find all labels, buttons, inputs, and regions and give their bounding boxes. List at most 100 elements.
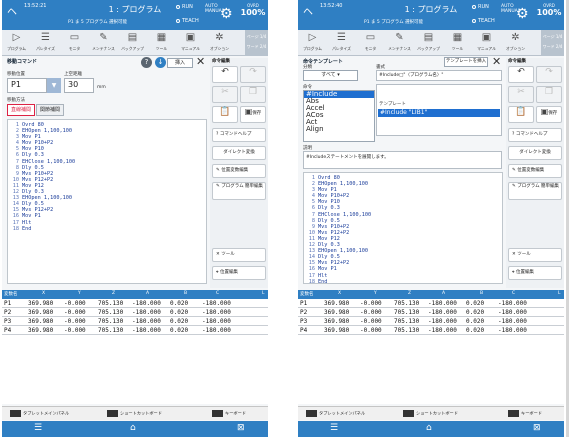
position-icon: ⌖ (216, 270, 219, 275)
toolbar-program[interactable]: ▷ プログラム (2, 30, 31, 56)
table-row[interactable]: P4 369.980 -0.000 705.130 -180.000 0.020 -180.… (298, 326, 564, 335)
position-edit-button[interactable]: ⌖ 位置編集 (212, 266, 266, 280)
insert-arrow-icon[interactable]: ↓ (155, 57, 166, 68)
tool-button[interactable]: ✕ ツール (508, 248, 562, 262)
command-help-button[interactable]: ? コマンドヘルプ (212, 128, 266, 142)
toolbar-tools[interactable]: ▦ ツール (443, 30, 472, 56)
grid-cell: -0.000 (64, 318, 86, 325)
tab-linear[interactable]: 直線補間 (7, 104, 35, 116)
table-row[interactable]: P2 369.980 -0.000 705.130 -180.000 0.020 -180.… (2, 308, 268, 317)
toolbar-manual[interactable]: ▣ マニュアル (176, 30, 205, 56)
save-button[interactable]: ▣保存 (240, 106, 266, 123)
program-icon: ▷ (308, 32, 317, 43)
toolbar-manual[interactable]: ▣ マニュアル (472, 30, 501, 56)
direct-convert-button[interactable]: ダイレクト変換 (212, 146, 266, 160)
table-row[interactable]: P1 369.980 -0.000 705.130 -180.000 0.020 -180.… (2, 299, 268, 308)
position-variable-edit-button[interactable]: ✎ 位置変数編集 (212, 164, 266, 178)
toolbar-option[interactable]: ✲ オプション (205, 30, 234, 56)
tablet-main-panel-button[interactable]: タブレットメインパネル (10, 410, 69, 417)
tab-joint[interactable]: 関節補間 (36, 104, 64, 116)
redo-button[interactable]: ↷ (536, 66, 562, 83)
toolbar-palletize[interactable]: ☰ パレタイズ (31, 30, 60, 56)
program-code-editor[interactable]: 1 Ovrd 80 2 EHOpen 1,100,100 3 Mov P1 4 Mov P10… (7, 119, 207, 284)
table-row[interactable]: P4 369.980 -0.000 705.130 -180.000 0.020 -180.… (2, 326, 268, 335)
menu-icon[interactable]: ☰ (330, 423, 338, 433)
command-list-item[interactable]: Align (304, 126, 374, 133)
table-row[interactable]: P2 369.980 -0.000 705.130 -180.000 0.020 -180.… (298, 308, 564, 317)
grid-header: 変数名 X Y Z A B C L (298, 290, 564, 299)
close-app-icon[interactable]: ⊠ (533, 423, 541, 433)
close-icon[interactable]: ✕ (492, 55, 501, 68)
keyboard-button[interactable]: キーボード (212, 410, 246, 417)
position-variable-grid: 変数名 X Y Z A B C L P1 369.980 -0.000 705.130 -180.000… (298, 290, 564, 404)
toolbar-maintenance[interactable]: ✎ メンテナンス (89, 30, 118, 56)
keyboard-button[interactable]: キーボード (508, 410, 542, 417)
menu-icon[interactable]: ☰ (34, 423, 42, 433)
insert-button[interactable]: 挿入 (167, 58, 193, 68)
program-code-editor[interactable]: 1 Ovrd 80 2 EHOpen 1,100,100 3 Mov P1 4 Mov P10… (303, 172, 503, 285)
template-item[interactable]: #Include "LIB1" (378, 109, 500, 117)
program-easy-edit-button[interactable]: ✎ プログラム 簡単編集 (508, 182, 562, 200)
help-icon[interactable]: ? (141, 57, 152, 68)
code-line[interactable]: 18 End (11, 226, 203, 232)
save-button[interactable]: ▣保存 (536, 106, 562, 123)
paste-button[interactable]: 📋 (212, 106, 238, 123)
distance-field[interactable]: 30 (64, 78, 94, 93)
shortcut-board-button[interactable]: ショートカットボード (107, 410, 162, 417)
code-text: Mov P10 (22, 146, 44, 153)
undo-button[interactable]: ↶ (212, 66, 238, 83)
table-row[interactable]: P1 369.980 -0.000 705.130 -180.000 0.020 -180.… (298, 299, 564, 308)
toolbar-monitor[interactable]: ▭ モニタ (60, 30, 89, 56)
redo-button[interactable]: ↷ (240, 66, 266, 83)
undo-button[interactable]: ↶ (508, 66, 534, 83)
mode-key-icon[interactable]: ⚙ (220, 6, 233, 22)
grid-cell: 369.980 (324, 309, 350, 316)
home-icon[interactable]: ⌂ (130, 423, 136, 433)
toolbar-backup[interactable]: ▤ バックアップ (118, 30, 147, 56)
insert-template-button[interactable]: テンプレートを挿入 (444, 57, 488, 67)
right-toolbar[interactable]: ページ 1/4 ワード 2/4 (245, 30, 268, 56)
toolbar-palletize[interactable]: ☰ パレタイズ (327, 30, 356, 56)
direct-convert-button[interactable]: ダイレクト変換 (508, 146, 562, 160)
grid-cell: -0.000 (64, 327, 86, 334)
override-readout[interactable]: OVRD 100% (240, 3, 266, 17)
code-text: Mov P10 (318, 199, 340, 206)
grid-cell: 705.130 (98, 327, 124, 334)
copy-button[interactable]: ❐ (536, 86, 562, 103)
toolbar-option[interactable]: ✲ オプション (501, 30, 530, 56)
close-icon[interactable]: ✕ (196, 55, 205, 68)
command-list[interactable]: #Include Abs Accel ACos Act Align (303, 90, 375, 142)
category-select[interactable]: すべて ▾ (303, 70, 358, 81)
toolbar-monitor[interactable]: ▭ モニタ (356, 30, 385, 56)
program-easy-edit-button[interactable]: ✎ プログラム 簡単編集 (212, 182, 266, 200)
toolbar-maintenance[interactable]: ✎ メンテナンス (385, 30, 414, 56)
cut-button[interactable]: ✂ (508, 86, 534, 103)
table-row[interactable]: P3 369.980 -0.000 705.130 -180.000 0.020 -180.… (2, 317, 268, 326)
position-variable-edit-button[interactable]: ✎ 位置変数編集 (508, 164, 562, 178)
target-position-field[interactable]: P1 (7, 78, 47, 93)
copy-button[interactable]: ❐ (240, 86, 266, 103)
toolbar-backup[interactable]: ▤ バックアップ (414, 30, 443, 56)
grid-cell: P4 (4, 327, 12, 334)
grid-header-cell: A (442, 291, 446, 296)
position-edit-button[interactable]: ⌖ 位置編集 (508, 266, 562, 280)
cut-button[interactable]: ✂ (212, 86, 238, 103)
home-icon[interactable]: ⌂ (426, 423, 432, 433)
tablet-main-panel-button[interactable]: タブレットメインパネル (306, 410, 365, 417)
toolbar-program[interactable]: ▷ プログラム (298, 30, 327, 56)
toolbar-tools[interactable]: ▦ ツール (147, 30, 176, 56)
paste-button[interactable]: 📋 (508, 106, 534, 123)
mode-key-icon[interactable]: ⚙ (516, 6, 529, 22)
right-toolbar[interactable]: ページ 1/4 ワード 2/4 (541, 30, 564, 56)
override-readout[interactable]: OVRD 100% (536, 3, 562, 17)
run-indicator: RUN (176, 4, 193, 10)
shortcut-icon (107, 410, 118, 417)
tool-button[interactable]: ✕ ツール (212, 248, 266, 262)
command-help-button[interactable]: ? コマンドヘルプ (508, 128, 562, 142)
code-line[interactable]: 18 End (307, 279, 499, 285)
shortcut-board-button[interactable]: ショートカットボード (403, 410, 458, 417)
table-row[interactable]: P3 369.980 -0.000 705.130 -180.000 0.020 -180.… (298, 317, 564, 326)
panel-icon (306, 410, 317, 417)
close-app-icon[interactable]: ⊠ (237, 423, 245, 433)
chevron-down-icon[interactable]: ▼ (47, 78, 61, 93)
